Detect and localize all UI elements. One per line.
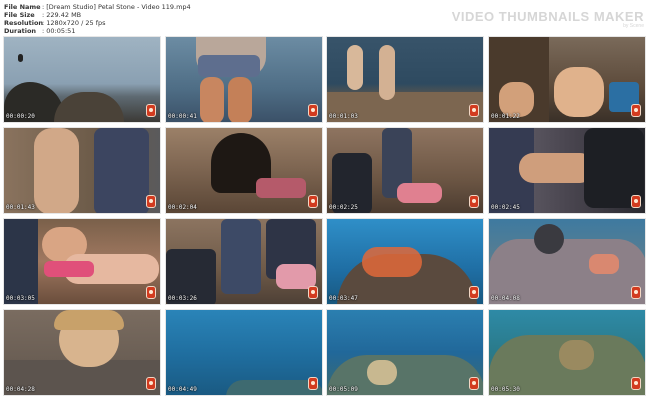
channel-logo-icon <box>146 377 156 390</box>
figure-shape <box>397 183 442 203</box>
thumbnail-timestamp: 00:05:30 <box>491 386 520 393</box>
channel-logo-icon <box>631 104 641 117</box>
fish-school-shape <box>362 247 422 277</box>
thumbnail-timestamp: 00:02:25 <box>329 204 358 211</box>
thumbnail-timestamp: 00:02:04 <box>168 204 197 211</box>
towel-shape <box>44 261 94 277</box>
channel-logo-icon <box>469 104 479 117</box>
arm-shape <box>519 153 594 183</box>
thumbnail-timestamp: 00:03:47 <box>329 295 358 302</box>
channel-logo-icon <box>469 377 479 390</box>
thumbnail-8[interactable]: 00:02:45 <box>488 127 646 214</box>
channel-logo-icon <box>146 195 156 208</box>
thumbnail-timestamp: 00:01:43 <box>6 204 35 211</box>
leg-shape <box>228 77 252 122</box>
thumbnail-timestamp: 00:05:09 <box>329 386 358 393</box>
channel-logo-icon <box>308 104 318 117</box>
thumbnail-16[interactable]: 00:05:30 <box>488 309 646 396</box>
bird-shape <box>18 54 23 62</box>
hair-shape <box>54 310 124 330</box>
thumbnail-9[interactable]: 00:03:05 <box>3 218 161 305</box>
coral-shape <box>559 340 594 370</box>
channel-logo-icon <box>631 195 641 208</box>
thumbnail-12[interactable]: 00:04:08 <box>488 218 646 305</box>
thumbnail-6[interactable]: 00:02:04 <box>165 127 323 214</box>
figure-shape <box>499 82 534 117</box>
channel-logo-icon <box>631 286 641 299</box>
channel-logo-icon <box>146 104 156 117</box>
thumbnail-11[interactable]: 00:03:47 <box>326 218 484 305</box>
channel-logo-icon <box>469 195 479 208</box>
coral-shape <box>367 360 397 385</box>
thumbnail-14[interactable]: 00:04:49 <box>165 309 323 396</box>
wetsuit-shape <box>221 219 261 294</box>
figure-shape <box>379 45 395 100</box>
coral-shape <box>589 254 619 274</box>
wetsuit-shape <box>94 128 149 213</box>
thumbnail-timestamp: 00:04:49 <box>168 386 197 393</box>
channel-logo-icon <box>631 377 641 390</box>
figure-shape <box>347 45 363 90</box>
thumbnail-timestamp: 00:00:20 <box>6 113 35 120</box>
channel-logo-icon <box>146 286 156 299</box>
towel-shape <box>256 178 306 198</box>
figure-shape <box>554 67 604 117</box>
thumbnail-timestamp: 00:02:45 <box>491 204 520 211</box>
thumbnail-2[interactable]: 00:00:41 <box>165 36 323 123</box>
thumbnail-timestamp: 00:00:41 <box>168 113 197 120</box>
thumbnail-4[interactable]: 00:01:22 <box>488 36 646 123</box>
figure-shape <box>34 128 79 213</box>
thumbnail-13[interactable]: 00:04:28 <box>3 309 161 396</box>
thumbnail-5[interactable]: 00:01:43 <box>3 127 161 214</box>
channel-logo-icon <box>308 377 318 390</box>
thumbnail-3[interactable]: 00:01:03 <box>326 36 484 123</box>
thumbnail-7[interactable]: 00:02:25 <box>326 127 484 214</box>
channel-logo-icon <box>469 286 479 299</box>
thumbnail-grid: 00:00:20 00:00:41 00:01:03 00:01:22 00:0… <box>0 0 650 402</box>
leg-shape <box>200 77 224 122</box>
thumbnail-timestamp: 00:03:05 <box>6 295 35 302</box>
channel-logo-icon <box>308 195 318 208</box>
thumbnail-1[interactable]: 00:00:20 <box>3 36 161 123</box>
thumbnail-10[interactable]: 00:03:26 <box>165 218 323 305</box>
wetsuit-shape <box>4 219 38 304</box>
thumbnail-timestamp: 00:04:28 <box>6 386 35 393</box>
thumbnail-timestamp: 00:04:08 <box>491 295 520 302</box>
rock-shape <box>54 92 124 122</box>
thumbnail-timestamp: 00:01:22 <box>491 113 520 120</box>
channel-logo-icon <box>308 286 318 299</box>
clothing-shape <box>198 55 260 77</box>
coral-shape <box>534 224 564 254</box>
thumbnail-timestamp: 00:01:03 <box>329 113 358 120</box>
thumbnail-timestamp: 00:03:26 <box>168 295 197 302</box>
thumbnail-15[interactable]: 00:05:09 <box>326 309 484 396</box>
